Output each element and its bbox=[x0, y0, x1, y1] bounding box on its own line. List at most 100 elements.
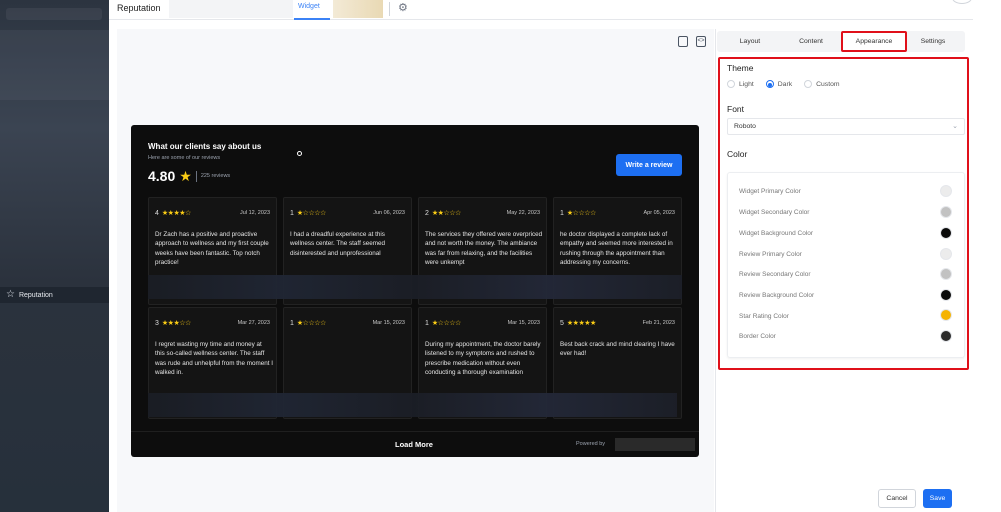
color-swatch[interactable] bbox=[940, 206, 952, 218]
review-date: May 22, 2023 bbox=[506, 210, 540, 216]
app-sidebar: ☆ Reputation bbox=[0, 0, 109, 512]
review-text: During my appointment, the doctor barely… bbox=[425, 341, 541, 376]
color-label: Star Rating Color bbox=[739, 313, 789, 320]
color-label: Widget Secondary Color bbox=[739, 209, 810, 216]
radio-circle bbox=[727, 80, 735, 88]
font-title: Font bbox=[727, 104, 745, 114]
color-swatch[interactable] bbox=[940, 185, 952, 197]
sidebar-item-label: Reputation bbox=[18, 291, 53, 299]
review-date: Jul 12, 2023 bbox=[240, 210, 270, 216]
review-score: 1 bbox=[560, 209, 564, 217]
color-label: Review Secondary Color bbox=[739, 271, 811, 278]
font-select[interactable]: Roboto ⌄ bbox=[727, 118, 965, 135]
color-swatch[interactable] bbox=[940, 227, 952, 239]
review-score: 3 bbox=[155, 319, 159, 327]
page-title: Reputation bbox=[117, 3, 161, 13]
topbar-blank-area bbox=[169, 0, 293, 18]
page-margin bbox=[973, 0, 1001, 512]
review-date: Mar 15, 2023 bbox=[507, 320, 540, 326]
review-text: The services they offered were overprice… bbox=[425, 231, 543, 266]
cursor-indicator bbox=[297, 151, 302, 156]
tab-widget[interactable]: Widget bbox=[298, 3, 320, 10]
overall-rating: 4.80 ★ 225 reviews bbox=[148, 168, 230, 184]
review-date: Mar 27, 2023 bbox=[237, 320, 270, 326]
color-list bbox=[727, 172, 965, 358]
review-date: Jun 06, 2023 bbox=[373, 210, 405, 216]
tab-appearance[interactable]: Appearance bbox=[841, 31, 907, 52]
color-swatch[interactable] bbox=[940, 309, 952, 321]
top-bar: Reputation Widget ⚙ bbox=[109, 0, 973, 20]
star-rating: ★☆☆☆☆ bbox=[296, 210, 326, 217]
review-score: 2 bbox=[425, 209, 429, 217]
theme-dark-radio[interactable]: Dark bbox=[765, 80, 793, 88]
theme-light-radio[interactable]: Light bbox=[727, 80, 754, 88]
radio-label: Dark bbox=[777, 80, 793, 88]
star-rating: ★★★★★ bbox=[566, 320, 596, 327]
star-rating: ★☆☆☆☆ bbox=[431, 320, 461, 327]
reviewer-info-redacted bbox=[148, 275, 682, 299]
sidebar-item-reputation[interactable]: ☆ Reputation bbox=[0, 287, 109, 303]
divider bbox=[389, 2, 390, 16]
color-swatch[interactable] bbox=[940, 330, 952, 342]
color-swatch[interactable] bbox=[940, 248, 952, 260]
theme-options: Light Dark Custom bbox=[727, 80, 840, 88]
tab-content[interactable]: Content bbox=[783, 31, 839, 52]
color-label: Widget Primary Color bbox=[739, 188, 801, 195]
widget-subheading: Here are some of our reviews bbox=[148, 155, 221, 161]
powered-by-label: Powered by bbox=[576, 441, 606, 447]
radio-circle bbox=[804, 80, 813, 88]
color-label: Review Background Color bbox=[739, 292, 815, 299]
tab-settings[interactable]: Settings bbox=[907, 31, 959, 52]
radio-circle bbox=[765, 80, 774, 88]
theme-title: Theme bbox=[727, 63, 754, 73]
star-rating: ★★★★☆ bbox=[161, 210, 191, 217]
divider bbox=[195, 170, 197, 182]
review-text: I had a dreadful experience at this well… bbox=[290, 231, 385, 257]
brand-redacted bbox=[615, 438, 695, 451]
reviewer-info-redacted bbox=[148, 393, 677, 417]
chevron-down-icon: ⌄ bbox=[952, 123, 958, 130]
review-widget: What our clients say about us Here are s… bbox=[131, 125, 699, 457]
color-label: Review Primary Color bbox=[739, 251, 802, 258]
widget-thumbnail[interactable] bbox=[333, 0, 383, 18]
save-button[interactable]: Save bbox=[923, 489, 952, 508]
review-date: Mar 15, 2023 bbox=[372, 320, 405, 326]
code-icon[interactable]: <> bbox=[696, 36, 706, 47]
color-label: Widget Background Color bbox=[739, 230, 814, 237]
mobile-icon[interactable] bbox=[678, 36, 688, 47]
color-swatch[interactable] bbox=[940, 289, 952, 301]
load-more-button[interactable]: Load More bbox=[395, 440, 433, 449]
review-text: he doctor displayed a complete lack of e… bbox=[560, 231, 673, 266]
star-rating: ★☆☆☆☆ bbox=[296, 320, 326, 327]
sidebar-account-area bbox=[0, 30, 109, 100]
color-title: Color bbox=[727, 149, 748, 159]
gear-icon[interactable]: ⚙ bbox=[398, 1, 408, 14]
color-swatch[interactable] bbox=[940, 268, 952, 280]
review-score: 4 bbox=[155, 209, 159, 217]
font-select-value: Roboto bbox=[734, 123, 756, 130]
review-score: 1 bbox=[290, 209, 294, 217]
star-outline-icon: ☆ bbox=[6, 289, 15, 300]
tab-layout[interactable]: Layout bbox=[722, 31, 778, 52]
star-rating: ★★☆☆☆ bbox=[431, 210, 461, 217]
tab-widget-underline bbox=[294, 18, 330, 20]
sidebar-logo-area bbox=[6, 8, 102, 20]
write-review-button[interactable]: Write a review bbox=[616, 154, 682, 176]
review-score: 1 bbox=[290, 319, 294, 327]
widget-heading: What our clients say about us bbox=[148, 142, 262, 151]
cancel-button[interactable]: Cancel bbox=[878, 489, 916, 508]
review-date: Feb 21, 2023 bbox=[642, 320, 675, 326]
review-text: Best back crack and mind clearing I have… bbox=[560, 341, 675, 358]
review-score: 1 bbox=[425, 319, 429, 327]
star-rating: ★☆☆☆☆ bbox=[566, 210, 596, 217]
divider bbox=[131, 431, 699, 432]
theme-custom-radio[interactable]: Custom bbox=[804, 80, 840, 88]
review-text: Dr Zach has a positive and proactive app… bbox=[155, 231, 269, 266]
review-count: 225 reviews bbox=[200, 173, 231, 179]
rating-value: 4.80 bbox=[148, 168, 176, 184]
review-date: Apr 05, 2023 bbox=[643, 210, 676, 216]
review-score: 5 bbox=[560, 319, 564, 327]
star-icon: ★ bbox=[179, 168, 192, 184]
star-rating: ★★★☆☆ bbox=[161, 320, 191, 327]
radio-label: Custom bbox=[816, 80, 840, 88]
